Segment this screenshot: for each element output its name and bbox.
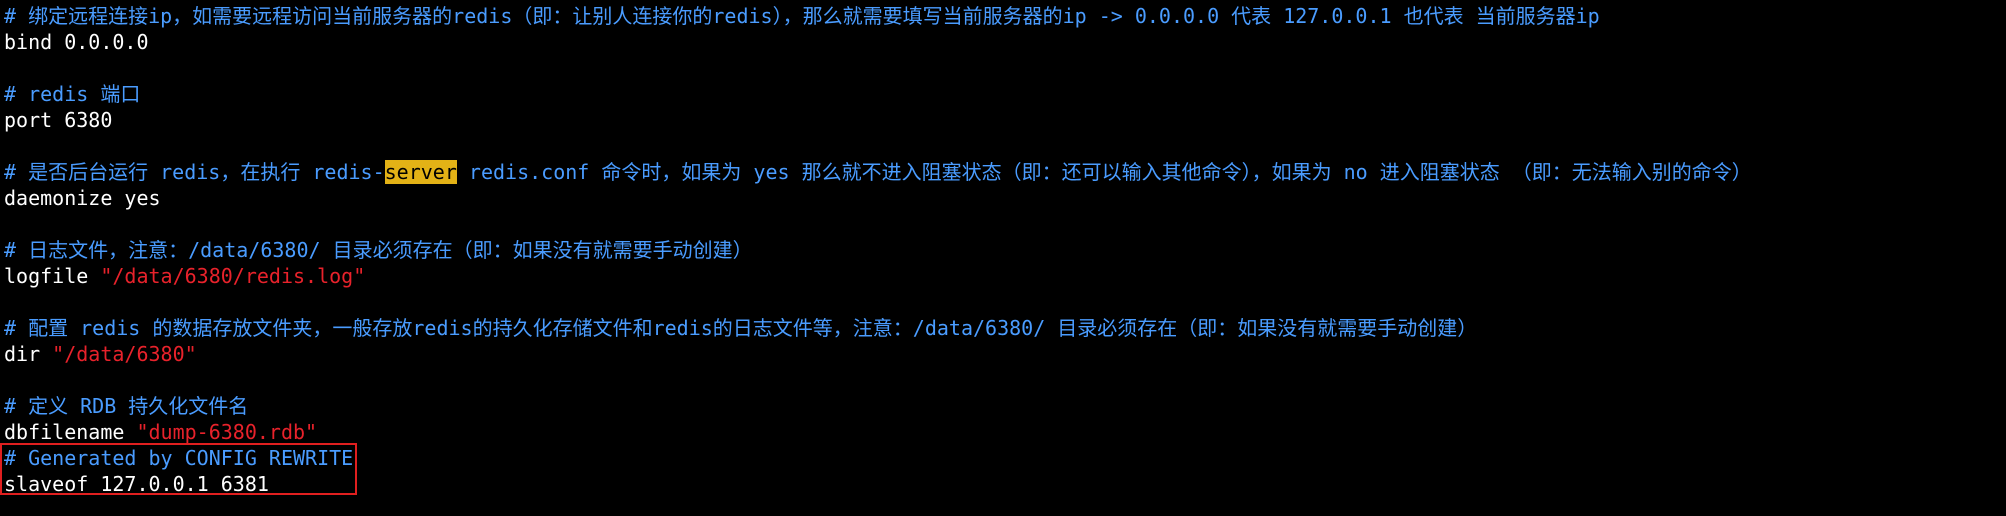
comment-dir: # 配置 redis 的数据存放文件夹，一般存放redis的持久化存储文件和re… (4, 316, 1478, 340)
search-highlight: server (384, 160, 457, 184)
comment-daemonize-pre: # 是否后台运行 redis，在执行 redis- (4, 160, 385, 184)
dir-directive: dir "/data/6380" (4, 341, 2006, 367)
comment-bind: # 绑定远程连接ip，如需要远程访问当前服务器的redis（即：让别人连接你的r… (4, 4, 1600, 28)
annotation-box (0, 443, 357, 495)
logfile-directive: logfile "/data/6380/redis.log" (4, 263, 2006, 289)
dbfilename-directive: dbfilename "dump-6380.rdb" (4, 419, 2006, 445)
comment-daemonize: # 是否后台运行 redis，在执行 redis-server redis.co… (4, 159, 2006, 185)
config-editor[interactable]: # 绑定远程连接ip，如需要远程访问当前服务器的redis（即：让别人连接你的r… (4, 3, 2006, 497)
comment-port: # redis 端口 (4, 82, 141, 106)
daemonize-directive: daemonize yes (4, 186, 161, 210)
logfile-key: logfile (4, 264, 101, 288)
bind-directive: bind 0.0.0.0 (4, 30, 149, 54)
dbfilename-value: "dump-6380.rdb" (136, 420, 318, 444)
logfile-value: "/data/6380/redis.log" (100, 264, 366, 288)
comment-dbfilename: # 定义 RDB 持久化文件名 (4, 394, 249, 418)
dir-key: dir (4, 342, 53, 366)
port-directive: port 6380 (4, 108, 113, 132)
comment-daemonize-post: redis.conf 命令时，如果为 yes 那么就不进入阻塞状态（即：还可以输… (456, 160, 1752, 184)
comment-logfile: # 日志文件，注意：/data/6380/ 目录必须存在（即：如果没有就需要手动… (4, 238, 753, 262)
dir-value: "/data/6380" (52, 342, 197, 366)
dbfilename-key: dbfilename (4, 420, 137, 444)
